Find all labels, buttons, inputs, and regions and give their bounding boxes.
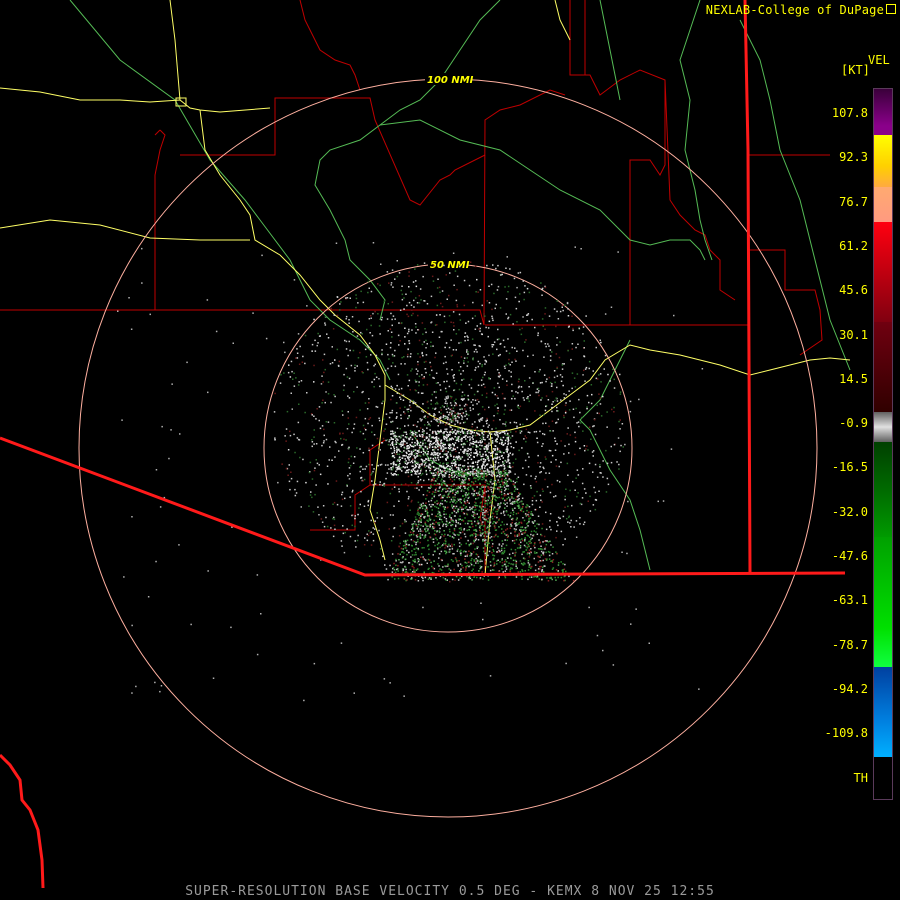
legend-tick-label: 92.3 — [839, 150, 868, 165]
legend-product: VEL — [868, 53, 890, 67]
credit-text: NEXLAB-College of DuPage — [705, 3, 884, 17]
legend-tick-label: -63.1 — [831, 593, 868, 608]
radar-echoes — [117, 242, 704, 702]
velocity-colorbar — [873, 88, 893, 800]
legend-tick-label: -32.0 — [831, 504, 868, 519]
legend-tick-label: 107.8 — [831, 106, 868, 120]
legend-tick-label: 76.7 — [839, 194, 868, 209]
credit-label[interactable]: NEXLAB-College of DuPage — [706, 3, 896, 17]
legend-unit: [KT] — [841, 63, 870, 77]
legend-tick-label: -16.5 — [831, 460, 868, 475]
radar-map: 100 NMI 50 NMI — [0, 0, 851, 889]
legend-tick-label: -109.8 — [824, 726, 868, 741]
external-link-icon — [886, 4, 896, 14]
legend-tick-label: 61.2 — [839, 238, 868, 253]
ring-label-100: 100 NMI — [427, 75, 474, 86]
legend-tick-label: 30.1 — [839, 327, 868, 342]
legend-tick-label: -78.7 — [831, 637, 868, 652]
legend-tick-label: TH — [853, 770, 868, 785]
legend-tick-label: -47.6 — [831, 549, 868, 563]
legend-tick-label: -94.2 — [831, 681, 868, 696]
legend-tick-label: 45.6 — [839, 283, 868, 298]
ring-label-50: 50 NMI — [430, 260, 470, 271]
product-footer: SUPER-RESOLUTION BASE VELOCITY 0.5 DEG -… — [185, 884, 715, 899]
ring-labels: 100 NMI 50 NMI — [425, 73, 474, 271]
legend-tick-label: 14.5 — [839, 371, 868, 386]
legend-tick-label: -0.9 — [839, 416, 868, 431]
roads — [0, 0, 851, 576]
